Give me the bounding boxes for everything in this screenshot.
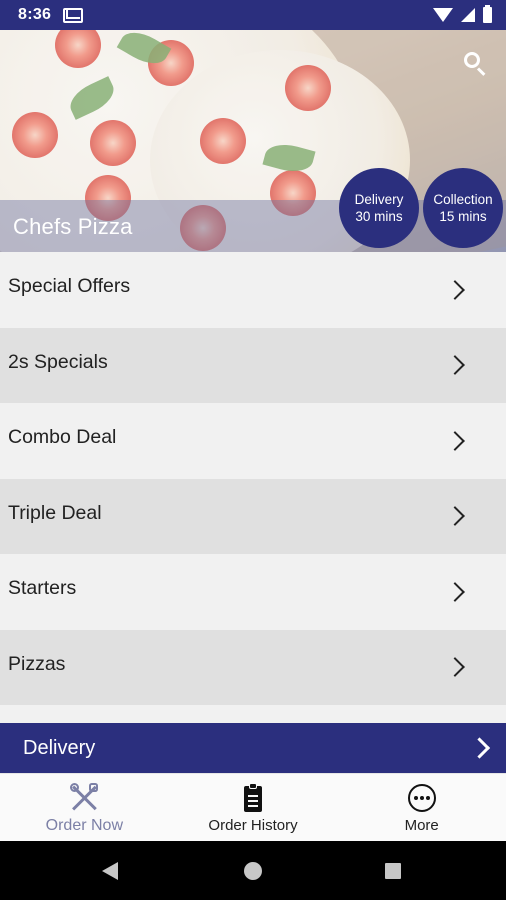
menu-item-label: Starters: [8, 577, 77, 600]
chevron-right-icon: [445, 581, 465, 602]
delivery-time-badge: Delivery 30 mins: [339, 168, 419, 248]
nav-order-now[interactable]: Order Now: [0, 774, 169, 841]
chevron-right-icon: [445, 279, 465, 300]
status-bar: 8:36: [0, 0, 506, 30]
menu-item-label: Special Offers: [8, 275, 131, 298]
more-icon: [406, 782, 438, 814]
search-icon[interactable]: [464, 52, 488, 76]
menu-list-gap: [0, 705, 506, 723]
home-icon[interactable]: [244, 862, 262, 880]
bottom-navigation: Order Now Order History More: [0, 773, 506, 841]
delivery-badge-label: Delivery: [354, 192, 404, 207]
menu-item-combo-deal[interactable]: Combo Deal: [0, 403, 506, 479]
chevron-right-icon: [445, 657, 465, 678]
chevron-right-icon: [445, 430, 465, 451]
nav-label: More: [404, 817, 439, 834]
search-lens: [464, 52, 480, 68]
delivery-badge-time: 30 mins: [355, 209, 403, 224]
battery-icon: [483, 5, 492, 23]
gmail-icon: [63, 7, 84, 23]
recents-icon[interactable]: [385, 863, 401, 879]
nav-order-history[interactable]: Order History: [169, 774, 338, 841]
menu-item-label: Combo Deal: [8, 426, 117, 449]
menu-category-list: Special Offers 2s Specials Combo Deal Tr…: [0, 252, 506, 723]
menu-item-pizzas[interactable]: Pizzas: [0, 629, 506, 705]
nav-label: Order History: [208, 817, 298, 834]
chevron-right-icon: [445, 506, 465, 527]
status-time: 8:36: [18, 6, 52, 23]
restaurant-name: Chefs Pizza: [13, 214, 133, 239]
menu-item-2s-specials[interactable]: 2s Specials: [0, 327, 506, 403]
chevron-right-icon: [445, 355, 465, 376]
search-handle: [476, 67, 486, 76]
status-icons: [433, 5, 492, 23]
delivery-mode-label: Delivery: [23, 736, 96, 759]
menu-item-starters[interactable]: Starters: [0, 554, 506, 630]
menu-item-triple-deal[interactable]: Triple Deal: [0, 478, 506, 554]
nav-label: Order Now: [45, 817, 124, 834]
delivery-mode-bar[interactable]: Delivery: [0, 723, 506, 773]
menu-item-label: Triple Deal: [8, 501, 102, 524]
menu-item-label: Pizzas: [8, 652, 66, 675]
clipboard-icon: [237, 782, 269, 814]
chevron-right-icon: [468, 737, 491, 759]
menu-item-label: 2s Specials: [8, 350, 108, 373]
collection-badge-time: 15 mins: [439, 209, 487, 224]
nav-more[interactable]: More: [337, 774, 506, 841]
fork-knife-icon: [68, 782, 100, 814]
signal-icon: [461, 8, 475, 22]
wifi-icon: [433, 8, 453, 22]
collection-time-badge: Collection 15 mins: [423, 168, 503, 248]
back-icon[interactable]: [102, 862, 118, 880]
system-navigation-bar: [0, 841, 506, 900]
collection-badge-label: Collection: [433, 192, 493, 207]
menu-item-special-offers[interactable]: Special Offers: [0, 252, 506, 328]
